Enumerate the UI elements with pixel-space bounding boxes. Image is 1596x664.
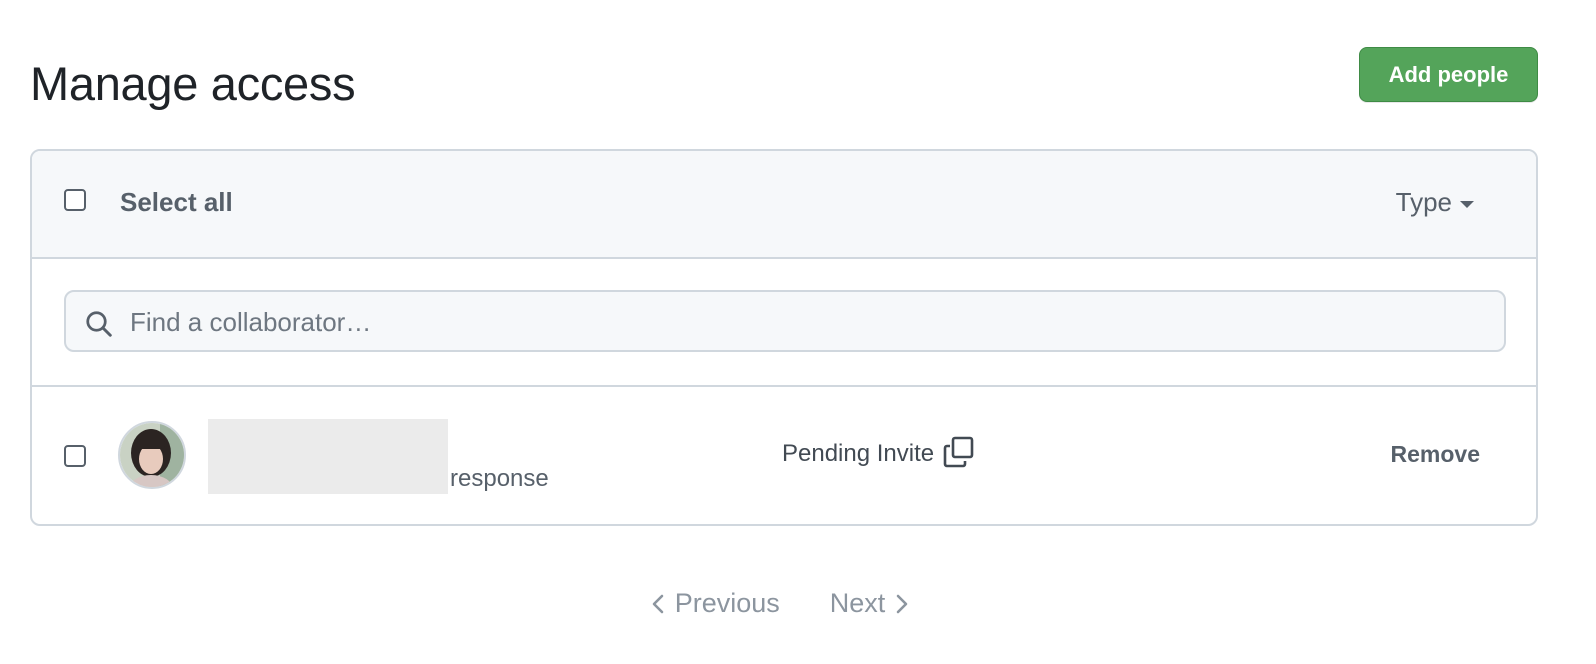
avatar[interactable] (118, 421, 186, 489)
previous-page-link[interactable]: Previous (641, 588, 780, 619)
invite-status-label: Pending Invite (782, 440, 935, 467)
next-page-link[interactable]: Next (830, 588, 920, 619)
copy-icon[interactable] (942, 435, 976, 469)
search-icon (86, 311, 112, 337)
search-input[interactable] (128, 292, 1492, 352)
member-checkbox[interactable] (64, 445, 86, 467)
caret-down-icon (1460, 200, 1474, 208)
type-filter-dropdown[interactable]: Type (1396, 187, 1474, 218)
member-subtext: response (450, 465, 549, 492)
member-row: response Pending Invite Remove (32, 387, 1536, 524)
previous-label: Previous (674, 588, 780, 618)
panel-header: Select all Type (32, 151, 1536, 259)
add-people-button[interactable]: Add people (1359, 47, 1538, 102)
next-label: Next (829, 588, 886, 618)
pagination: Previous Next (0, 588, 1596, 619)
search-box[interactable] (64, 290, 1506, 352)
type-filter-label: Type (1395, 187, 1452, 217)
select-all-label: Select all (120, 187, 233, 217)
select-all-checkbox[interactable] (64, 189, 86, 211)
remove-button[interactable]: Remove (1391, 441, 1480, 468)
member-name-redacted[interactable] (208, 419, 448, 494)
chevron-right-icon (896, 594, 908, 613)
collaborators-panel: Select all Type respon (30, 149, 1538, 526)
invite-status: Pending Invite (782, 436, 976, 469)
search-row (32, 259, 1536, 387)
chevron-left-icon (652, 594, 664, 613)
page-title: Manage access (30, 57, 356, 110)
